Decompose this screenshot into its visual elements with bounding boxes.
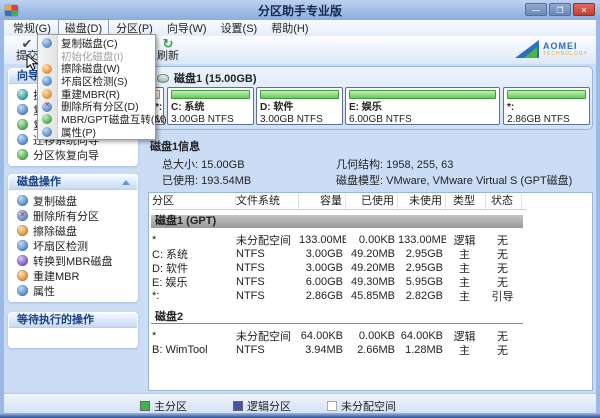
hdd-icon [157, 74, 169, 83]
disk-operations-panel: 磁盘操作 复制磁盘 删除所有分区 擦除磁盘 坏扇区检测 转换到MBR磁 [8, 174, 138, 302]
sidebar-item-wipe-disk[interactable]: 擦除磁盘 [8, 223, 138, 238]
disk-operations-title: 磁盘操作 [17, 176, 61, 188]
logo-triangle-icon [515, 40, 539, 58]
menu-help[interactable]: 帮助(H) [264, 19, 315, 37]
primary-partition-swatch [140, 401, 150, 411]
table-row[interactable]: E: 娱乐 NTFS 6.00GB 49.30MB 5.95GB 主 无 [152, 275, 522, 289]
migrate-os-wizard-icon [17, 134, 28, 145]
rebuild-mbr-icon [17, 270, 28, 281]
table-header-row[interactable]: 分区 文件系统 容量 已使用 未使用 类型 状态 [152, 193, 526, 210]
copy-disk-wizard-icon [17, 104, 28, 115]
unallocated-space-swatch [327, 401, 337, 411]
refresh-label: 刷新 [157, 50, 179, 62]
wizard-panel-title: 向导 [17, 70, 39, 82]
table-row[interactable]: * 未分配空间 64.00KB 0.00KB 64.00KB 逻辑 无 [152, 329, 522, 343]
minimize-button[interactable]: — [525, 3, 547, 16]
partition-usage-bar [349, 90, 496, 99]
convert-mbr-gpt-icon [42, 114, 52, 124]
sidebar-item-convert-to-mbr[interactable]: 转换到MBR磁盘 [8, 253, 138, 268]
disk-info-title: 磁盘1信息 [150, 138, 200, 154]
close-button[interactable]: ✕ [573, 3, 595, 16]
pending-operations-panel: 等待执行的操作 [8, 312, 138, 348]
app-window: { "window": { "title": "分区助手专业版", "minim… [0, 0, 600, 418]
check-icon: ✔ [22, 37, 33, 50]
no-icon [42, 51, 52, 61]
wipe-disk-icon [17, 225, 28, 236]
disk-geometry: 几何结构: 1958, 255, 63 [336, 156, 453, 172]
menu-settings[interactable]: 设置(S) [214, 19, 265, 37]
wipe-disk-icon [42, 64, 52, 74]
partition-usage-bar [260, 90, 339, 99]
refresh-button[interactable]: ↻ 刷新 [153, 37, 183, 62]
partition-block-c[interactable]: C: 系统 3.00GB NTFS [167, 87, 254, 125]
disk-used: 已使用: 193.54MB [162, 172, 251, 188]
pending-operations-title: 等待执行的操作 [17, 314, 94, 326]
delete-all-partitions-icon [17, 210, 28, 221]
sidebar-item-copy-disk[interactable]: 复制磁盘 [8, 193, 138, 208]
partition-table: 分区 文件系统 容量 已使用 未使用 类型 状态 磁盘1 (GPT) * 未分配… [148, 192, 593, 391]
logo-subtitle: TECHNOLOGY [543, 51, 588, 57]
sidebar-item-bad-sector-check[interactable]: 坏扇区检测 [8, 238, 138, 253]
partition-usage-bar [507, 90, 586, 99]
properties-icon [42, 127, 52, 137]
disk1-group-header[interactable]: 磁盘1 (GPT) [151, 215, 523, 228]
properties-icon [17, 285, 28, 296]
sidebar-item-delete-all-partitions[interactable]: 删除所有分区 [8, 208, 138, 223]
table-row[interactable]: C: 系统 NTFS 3.00GB 49.20MB 2.95GB 主 无 [152, 247, 522, 261]
pending-operations-list [8, 328, 138, 348]
legend-unallocated: 未分配空间 [327, 398, 396, 414]
delete-all-partitions-icon [42, 102, 52, 112]
pending-operations-header[interactable]: 等待执行的操作 [8, 312, 138, 328]
convert-to-mbr-icon [17, 255, 28, 266]
partition-block-e[interactable]: E: 娱乐 6.00GB NTFS [345, 87, 500, 125]
partition-usage-bar [171, 90, 250, 99]
copy-disk-icon [42, 38, 52, 48]
disk-map-panel: 磁盘1 (15.00GB) *: 133.00MB C: 系统 3.00GB N… [148, 66, 593, 130]
chevron-up-icon[interactable] [122, 180, 130, 185]
copy-disk-icon [17, 195, 28, 206]
disk-total-size: 总大小: 15.00GB [162, 156, 245, 172]
table-row[interactable]: *: NTFS 2.86GB 45.85MB 2.82GB 主 引导 [152, 289, 522, 303]
maximize-button[interactable]: ❐ [549, 3, 571, 16]
legend-logical: 逻辑分区 [233, 398, 291, 414]
disk1-header[interactable]: 磁盘1 (15.00GB) [149, 67, 592, 86]
table-row[interactable]: B: WimTool NTFS 3.94MB 2.66MB 1.28MB 主 无 [152, 343, 522, 357]
menu-item-convert-mbr-gpt[interactable]: MBR/GPT磁盘互转(M) [38, 113, 155, 126]
logical-partition-swatch [233, 401, 243, 411]
menu-item-properties[interactable]: 属性(P) [38, 126, 155, 139]
window-bottom-frame [0, 413, 600, 418]
refresh-icon: ↻ [163, 37, 174, 50]
partition-recovery-wizard-icon [17, 149, 28, 160]
mouse-cursor [26, 54, 39, 71]
disk-model: 磁盘模型: VMware, VMware Virtual S (GPT磁盘) [336, 172, 572, 188]
disk1-header-label: 磁盘1 (15.00GB) [174, 70, 257, 86]
table-row[interactable]: * 未分配空间 133.00MB 0.00KB 133.00MB 逻辑 无 [152, 233, 522, 247]
table-row[interactable]: D: 软件 NTFS 3.00GB 49.20MB 2.95GB 主 无 [152, 261, 522, 275]
bad-sector-check-icon [17, 240, 28, 251]
sidebar-item-partition-recovery-wizard[interactable]: 分区恢复向导 [8, 147, 138, 162]
extend-wizard-icon [17, 89, 28, 100]
window-title: 分区助手专业版 [0, 2, 600, 19]
status-bar: 主分区 逻辑分区 未分配空间 [4, 393, 596, 414]
logo-name: AOMEI [543, 41, 588, 51]
legend-primary: 主分区 [140, 398, 187, 414]
menu-wizard[interactable]: 向导(W) [160, 19, 214, 37]
disk2-group-header[interactable]: 磁盘2 [155, 308, 183, 324]
titlebar: 分区助手专业版 — ❐ ✕ [0, 0, 600, 20]
sidebar-item-rebuild-mbr[interactable]: 重建MBR [8, 268, 138, 283]
copy-partition-wizard-icon [17, 119, 28, 130]
disk-info-section: 磁盘1信息 总大小: 15.00GB 已使用: 193.54MB 几何结构: 1… [148, 136, 597, 190]
aomei-logo: AOMEI TECHNOLOGY [515, 40, 588, 58]
disk-operations-header[interactable]: 磁盘操作 [8, 174, 138, 190]
sidebar-item-properties[interactable]: 属性 [8, 283, 138, 298]
disk2-group-underline [151, 323, 523, 324]
bad-sector-check-icon [42, 76, 52, 86]
partition-block-d[interactable]: D: 软件 3.00GB NTFS [256, 87, 343, 125]
partition-block-star[interactable]: *: 2.86GB NTFS [503, 87, 590, 125]
rebuild-mbr-icon [42, 89, 52, 99]
disk-dropdown-menu: 复制磁盘(C) 初始化磁盘(I) 擦除磁盘(W) 坏扇区检测(S) 重建MBR(… [37, 34, 156, 140]
